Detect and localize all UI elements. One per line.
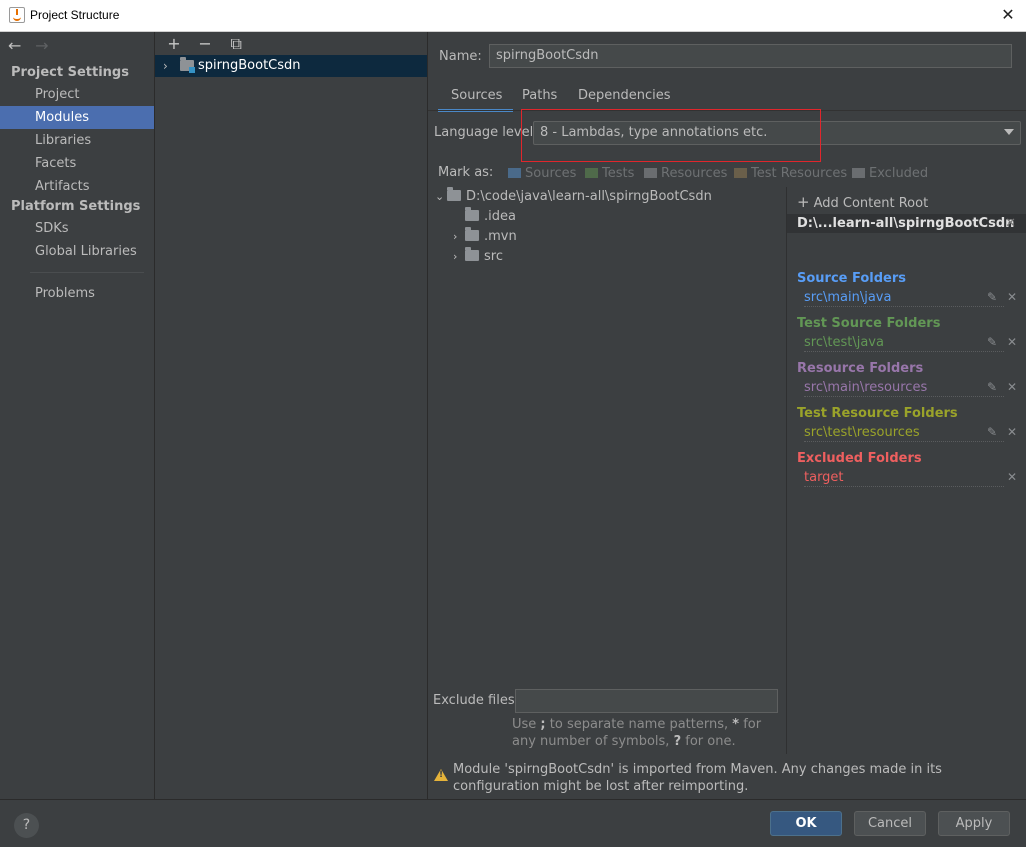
close-window-button[interactable]: ✕ xyxy=(990,0,1026,31)
add-module-button[interactable]: + xyxy=(161,34,187,53)
tree-row-root[interactable]: ⌄ D:\code\java\learn-all\spirngBootCsdn xyxy=(435,187,712,207)
cancel-button[interactable]: Cancel xyxy=(854,811,926,836)
tab-paths[interactable]: Paths xyxy=(522,88,557,103)
mark-as-sources-button: Sources xyxy=(508,166,576,181)
apply-button[interactable]: Apply xyxy=(938,811,1010,836)
remove-icon[interactable]: ✕ xyxy=(1007,335,1017,349)
tree-row-mvn[interactable]: › .mvn xyxy=(453,227,517,247)
resources-folder-icon xyxy=(644,168,657,178)
exclude-files-input[interactable] xyxy=(515,689,778,713)
mark-as-excluded-button: Excluded xyxy=(852,166,928,181)
folder-icon xyxy=(465,247,479,261)
ok-button[interactable]: OK xyxy=(770,811,842,836)
excluded-folders-heading: Excluded Folders xyxy=(797,451,922,466)
edit-pencil-icon[interactable]: ✎ xyxy=(987,290,997,304)
expand-chevron-icon[interactable]: › xyxy=(453,227,465,247)
folder-icon xyxy=(465,207,479,221)
title-bar: Project Structure ✕ xyxy=(0,0,1026,32)
edit-pencil-icon[interactable]: ✎ xyxy=(987,380,997,394)
project-settings-heading: Project Settings xyxy=(11,65,129,80)
module-settings-panel: Name: spirngBootCsdn Sources Paths Depen… xyxy=(428,32,1026,799)
history-arrows: ← → xyxy=(8,36,57,55)
tree-row-src[interactable]: › src xyxy=(453,247,503,267)
mark-as-label: Mark as: xyxy=(438,165,494,180)
modules-list-panel: + − ⧉ › spirngBootCsdn xyxy=(155,32,428,799)
nav-item-sdks[interactable]: SDKs xyxy=(0,217,154,240)
test-source-folders-heading: Test Source Folders xyxy=(797,316,941,331)
test-source-folder-path: src\test\java xyxy=(804,335,1004,352)
source-folders-heading: Source Folders xyxy=(797,271,907,286)
mark-as-tests-button: Tests xyxy=(585,166,634,181)
excluded-folder-path: target xyxy=(804,470,1004,487)
copy-module-button[interactable]: ⧉ xyxy=(223,34,249,54)
platform-settings-heading: Platform Settings xyxy=(11,199,141,214)
plus-icon: + xyxy=(797,193,810,211)
java-app-icon xyxy=(9,7,25,23)
nav-item-modules[interactable]: Modules xyxy=(0,106,154,129)
nav-item-global-libraries[interactable]: Global Libraries xyxy=(0,240,154,263)
edit-pencil-icon[interactable]: ✎ xyxy=(987,425,997,439)
mark-as-test-resources-button: Test Resources xyxy=(734,166,847,181)
remove-icon[interactable]: ✕ xyxy=(1007,380,1017,394)
forward-arrow-icon: → xyxy=(35,36,49,55)
content-root-path: D:\...learn-all\spirngBootCsdn ✕ xyxy=(787,214,1026,233)
remove-root-icon[interactable]: ✕ xyxy=(1005,214,1016,233)
module-row-spirngbootcsdn[interactable]: › spirngBootCsdn xyxy=(155,55,427,77)
excluded-folder-icon xyxy=(852,168,865,178)
collapse-chevron-icon[interactable]: ⌄ xyxy=(435,187,447,207)
mark-as-resources-button: Resources xyxy=(644,166,727,181)
test-resource-folder-path: src\test\resources xyxy=(804,425,1004,442)
module-badge-icon xyxy=(189,67,195,73)
test-resources-folder-icon xyxy=(734,168,747,178)
source-folder-path: src\main\java xyxy=(804,290,1004,307)
test-resource-folders-heading: Test Resource Folders xyxy=(797,406,958,421)
annotation-highlight-box xyxy=(521,109,821,162)
remove-module-button[interactable]: − xyxy=(192,34,218,53)
add-content-root-button[interactable]: + Add Content Root xyxy=(797,193,928,211)
tab-dependencies[interactable]: Dependencies xyxy=(578,88,671,103)
settings-navigation: ← → Project Settings Project Modules Lib… xyxy=(0,32,155,799)
resource-folder-path: src\main\resources xyxy=(804,380,1004,397)
nav-item-problems[interactable]: Problems xyxy=(0,282,154,305)
modules-toolbar: + − ⧉ xyxy=(161,34,249,54)
tests-folder-icon xyxy=(585,168,598,178)
tab-sources[interactable]: Sources xyxy=(451,88,502,103)
nav-divider xyxy=(30,272,144,273)
module-name-field[interactable]: spirngBootCsdn xyxy=(489,44,1012,68)
help-button[interactable]: ? xyxy=(14,813,39,838)
nav-item-project[interactable]: Project xyxy=(0,83,154,106)
back-arrow-icon[interactable]: ← xyxy=(8,36,30,55)
remove-icon[interactable]: ✕ xyxy=(1007,470,1017,484)
window-title: Project Structure xyxy=(30,8,120,22)
content-tree: ⌄ D:\code\java\learn-all\spirngBootCsdn .… xyxy=(428,187,786,687)
maven-warning: Module 'spirngBootCsdn' is imported from… xyxy=(428,757,1026,799)
exclude-files-label: Exclude files: xyxy=(433,693,520,708)
expand-chevron-icon[interactable]: › xyxy=(453,247,465,267)
exclude-files-hint: Use ; to separate name patterns, * for a… xyxy=(512,717,762,749)
folder-icon xyxy=(447,187,461,201)
warning-icon xyxy=(434,769,448,781)
resource-folders-heading: Resource Folders xyxy=(797,361,924,376)
module-name: spirngBootCsdn xyxy=(198,58,301,73)
nav-item-facets[interactable]: Facets xyxy=(0,152,154,175)
folder-icon xyxy=(465,227,479,241)
nav-item-artifacts[interactable]: Artifacts xyxy=(0,175,154,198)
expand-chevron-icon[interactable]: › xyxy=(163,55,168,77)
edit-pencil-icon[interactable]: ✎ xyxy=(987,335,997,349)
sources-folder-icon xyxy=(508,168,521,178)
warning-text: Module 'spirngBootCsdn' is imported from… xyxy=(453,762,942,794)
name-label: Name: xyxy=(439,49,482,64)
content-root-panel: + Add Content Root D:\...learn-all\spirng… xyxy=(786,187,1026,754)
remove-icon[interactable]: ✕ xyxy=(1007,425,1017,439)
tree-row-idea[interactable]: .idea xyxy=(453,207,516,227)
dialog-button-bar: ? OK Cancel Apply xyxy=(0,799,1026,847)
dropdown-arrow-icon xyxy=(1004,129,1014,135)
nav-item-libraries[interactable]: Libraries xyxy=(0,129,154,152)
remove-icon[interactable]: ✕ xyxy=(1007,290,1017,304)
